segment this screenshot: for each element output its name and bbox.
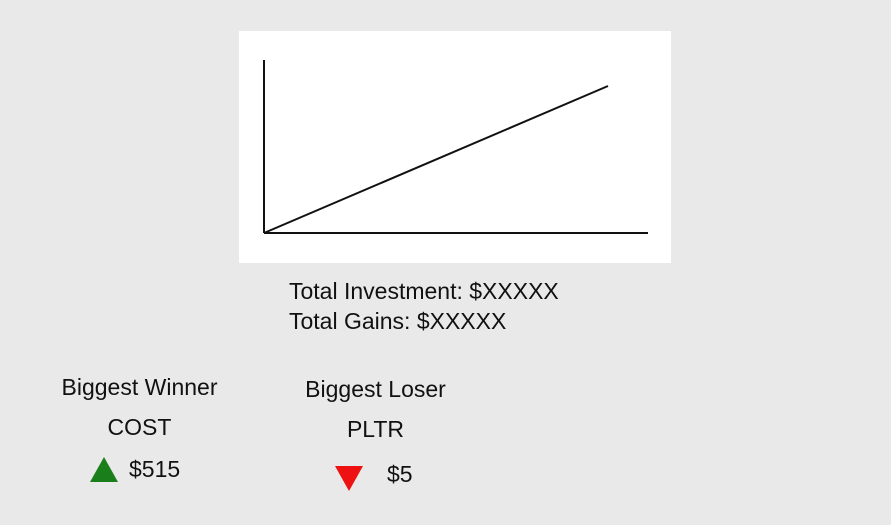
total-investment: Total Investment: $XXXXX [289, 278, 559, 304]
biggest-winner-change: $515 [90, 456, 180, 483]
biggest-loser-amount: $5 [387, 461, 413, 487]
chart-trend-line [263, 85, 609, 234]
totals-summary: Total Investment: $XXXXX Total Gains: $X… [289, 276, 559, 336]
arrow-up-icon [90, 457, 118, 482]
biggest-winner-amount: $515 [129, 456, 181, 482]
biggest-loser-change: $5 [335, 458, 413, 491]
total-gains: Total Gains: $XXXXX [289, 308, 507, 334]
biggest-winner-panel: Biggest Winner COST [54, 373, 225, 441]
investment-chart [263, 60, 648, 234]
investment-chart-card [239, 31, 671, 263]
arrow-down-icon [335, 466, 363, 491]
biggest-winner-ticker: COST [107, 414, 172, 440]
biggest-loser-panel: Biggest Loser PLTR [298, 375, 453, 443]
biggest-winner-title: Biggest Winner [61, 374, 218, 400]
biggest-loser-ticker: PLTR [346, 416, 405, 442]
biggest-loser-title: Biggest Loser [305, 376, 446, 402]
